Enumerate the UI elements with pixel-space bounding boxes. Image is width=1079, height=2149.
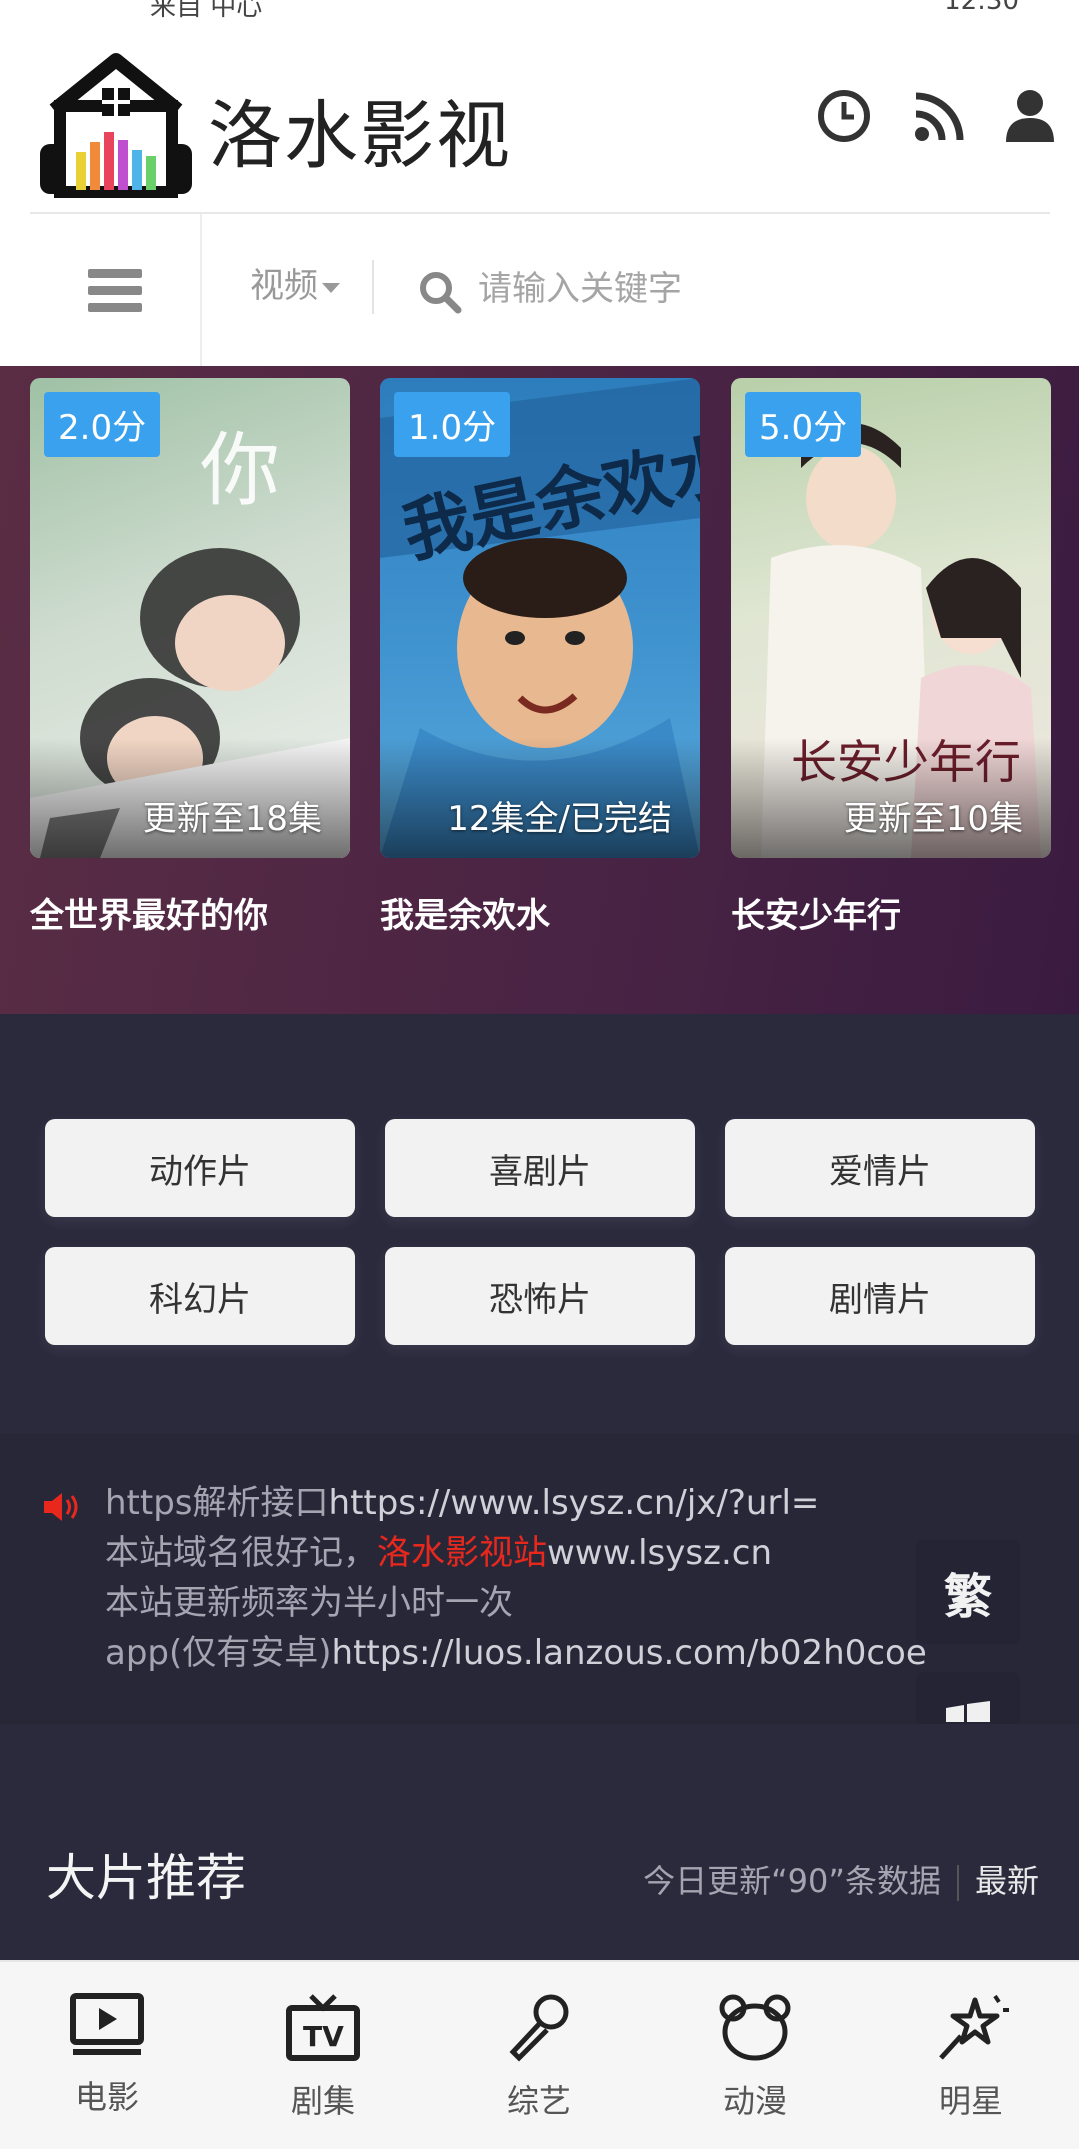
episode-status: 更新至10集 <box>843 799 1023 839</box>
stats-divider <box>956 1865 959 1901</box>
category-button[interactable]: 动作片 <box>45 1119 355 1217</box>
nav-item-variety[interactable]: 综艺 <box>464 1992 614 2122</box>
caret-down-icon <box>322 282 340 293</box>
user-icon[interactable] <box>1000 86 1060 146</box>
logo-house-icon[interactable] <box>36 44 196 200</box>
rating-badge: 1.0分 <box>394 392 511 457</box>
nav-label: 电影 <box>74 2078 139 2116</box>
notice-link[interactable]: https://luos.lanzous.com/b02h0coef <box>332 1633 925 1673</box>
site-header: 洛水影视 <box>0 24 1079 214</box>
microphone-icon <box>509 1994 569 2062</box>
clock-icon[interactable] <box>814 86 874 146</box>
svg-text:你: 你 <box>200 424 280 517</box>
update-stats: 今日更新“90”条数据 最新 <box>643 1856 1039 1902</box>
section-title: 大片推荐 <box>46 1849 246 1907</box>
bottom-navigation: 电影 TV 剧集 综艺 动漫 明星 <box>0 1960 1079 2149</box>
featured-carousel: 你 2.0分 更新至18集 全世界最好的你 我是余欢水 1.0分 12集全/已完… <box>0 366 1079 1014</box>
nav-item-anime[interactable]: 动漫 <box>680 1992 830 2122</box>
category-button[interactable]: 爱情片 <box>725 1119 1035 1217</box>
search-type-dropdown[interactable]: 视频 <box>250 258 340 307</box>
nav-label: 剧集 <box>290 2082 355 2120</box>
card-title[interactable]: 我是余欢水 <box>380 888 700 937</box>
poster-image[interactable]: 你 2.0分 更新至18集 <box>30 378 350 858</box>
tv-icon: TV <box>286 1994 360 2061</box>
notice-line: 本站更新频率为半小时一次 <box>105 1583 513 1623</box>
category-button[interactable]: 喜剧片 <box>385 1119 695 1217</box>
episode-status: 更新至18集 <box>142 799 322 839</box>
card-title[interactable]: 长安少年行 <box>731 888 1051 937</box>
brand-title[interactable]: 洛水影视 <box>208 76 512 183</box>
poster-image[interactable]: 长安少年行 5.0分 更新至10集 <box>731 378 1051 858</box>
hamburger-icon <box>88 261 142 320</box>
movie-icon <box>70 1993 144 2055</box>
poster-image[interactable]: 我是余欢水 1.0分 12集全/已完结 <box>380 378 700 858</box>
menu-button[interactable] <box>30 214 202 366</box>
star-icon <box>939 1994 1009 2060</box>
search-bar: 视频 <box>0 214 1079 366</box>
featured-card[interactable]: 你 2.0分 更新至18集 全世界最好的你 <box>30 378 350 937</box>
category-grid: 动作片 喜剧片 爱情片 科幻片 恐怖片 剧情片 <box>0 1014 1079 1434</box>
notice-text-segment: 本站域名很好记， <box>105 1533 377 1573</box>
notice-highlight: 洛水影视站 <box>377 1533 547 1573</box>
speaker-icon <box>44 1493 78 1521</box>
traditional-chinese-button[interactable]: 繁 <box>916 1540 1020 1644</box>
notice-text-segment: app(仅有安卓) <box>105 1633 332 1673</box>
nav-item-star[interactable]: 明星 <box>896 1992 1046 2122</box>
card-title[interactable]: 全世界最好的你 <box>30 888 350 937</box>
nav-item-movie[interactable]: 电影 <box>32 1992 182 2118</box>
notice-text: https解析接口https://www.lsysz.cn/jx/?url= 本… <box>105 1478 925 1678</box>
episode-status: 12集全/已完结 <box>447 799 672 839</box>
rating-badge: 5.0分 <box>745 392 862 457</box>
rss-icon[interactable] <box>910 86 970 146</box>
status-bar: 来自 中心 12:30 <box>0 0 1079 24</box>
nav-label: 动漫 <box>722 2082 787 2120</box>
notice-text-segment: https解析接口 <box>105 1483 329 1523</box>
notice-line: https解析接口https://www.lsysz.cn/jx/?url= <box>105 1478 925 1528</box>
notice-line: 本站域名很好记，洛水影视站www.lsysz.cn <box>105 1528 925 1578</box>
search-icon[interactable] <box>418 270 462 314</box>
nav-label: 明星 <box>938 2082 1003 2120</box>
category-button[interactable]: 科幻片 <box>45 1247 355 1345</box>
svg-text:TV: TV <box>303 2020 344 2053</box>
recommend-section: 大片推荐 今日更新“90”条数据 最新 <box>0 1724 1079 1960</box>
bear-icon <box>719 1994 791 2061</box>
status-time: 12:30 <box>944 0 1019 16</box>
notice-link[interactable]: www.lsysz.cn <box>547 1533 772 1573</box>
notice-link[interactable]: https://www.lsysz.cn/jx/?url= <box>329 1483 820 1523</box>
search-input[interactable] <box>478 254 1038 324</box>
nav-item-series[interactable]: TV 剧集 <box>248 1992 398 2122</box>
category-button[interactable]: 剧情片 <box>725 1247 1035 1345</box>
rating-badge: 2.0分 <box>44 392 161 457</box>
category-button[interactable]: 恐怖片 <box>385 1247 695 1345</box>
update-count: 今日更新“90”条数据 <box>643 1862 941 1900</box>
featured-card[interactable]: 我是余欢水 1.0分 12集全/已完结 我是余欢水 <box>380 378 700 937</box>
nav-label: 综艺 <box>506 2082 571 2120</box>
search-type-label: 视频 <box>250 266 318 306</box>
status-carrier: 来自 中心 <box>150 0 263 22</box>
latest-link[interactable]: 最新 <box>975 1862 1039 1900</box>
featured-card[interactable]: 长安少年行 5.0分 更新至10集 长安少年行 <box>731 378 1051 937</box>
search-separator <box>372 260 374 314</box>
notice-line: app(仅有安卓)https://luos.lanzous.com/b02h0c… <box>105 1628 925 1678</box>
